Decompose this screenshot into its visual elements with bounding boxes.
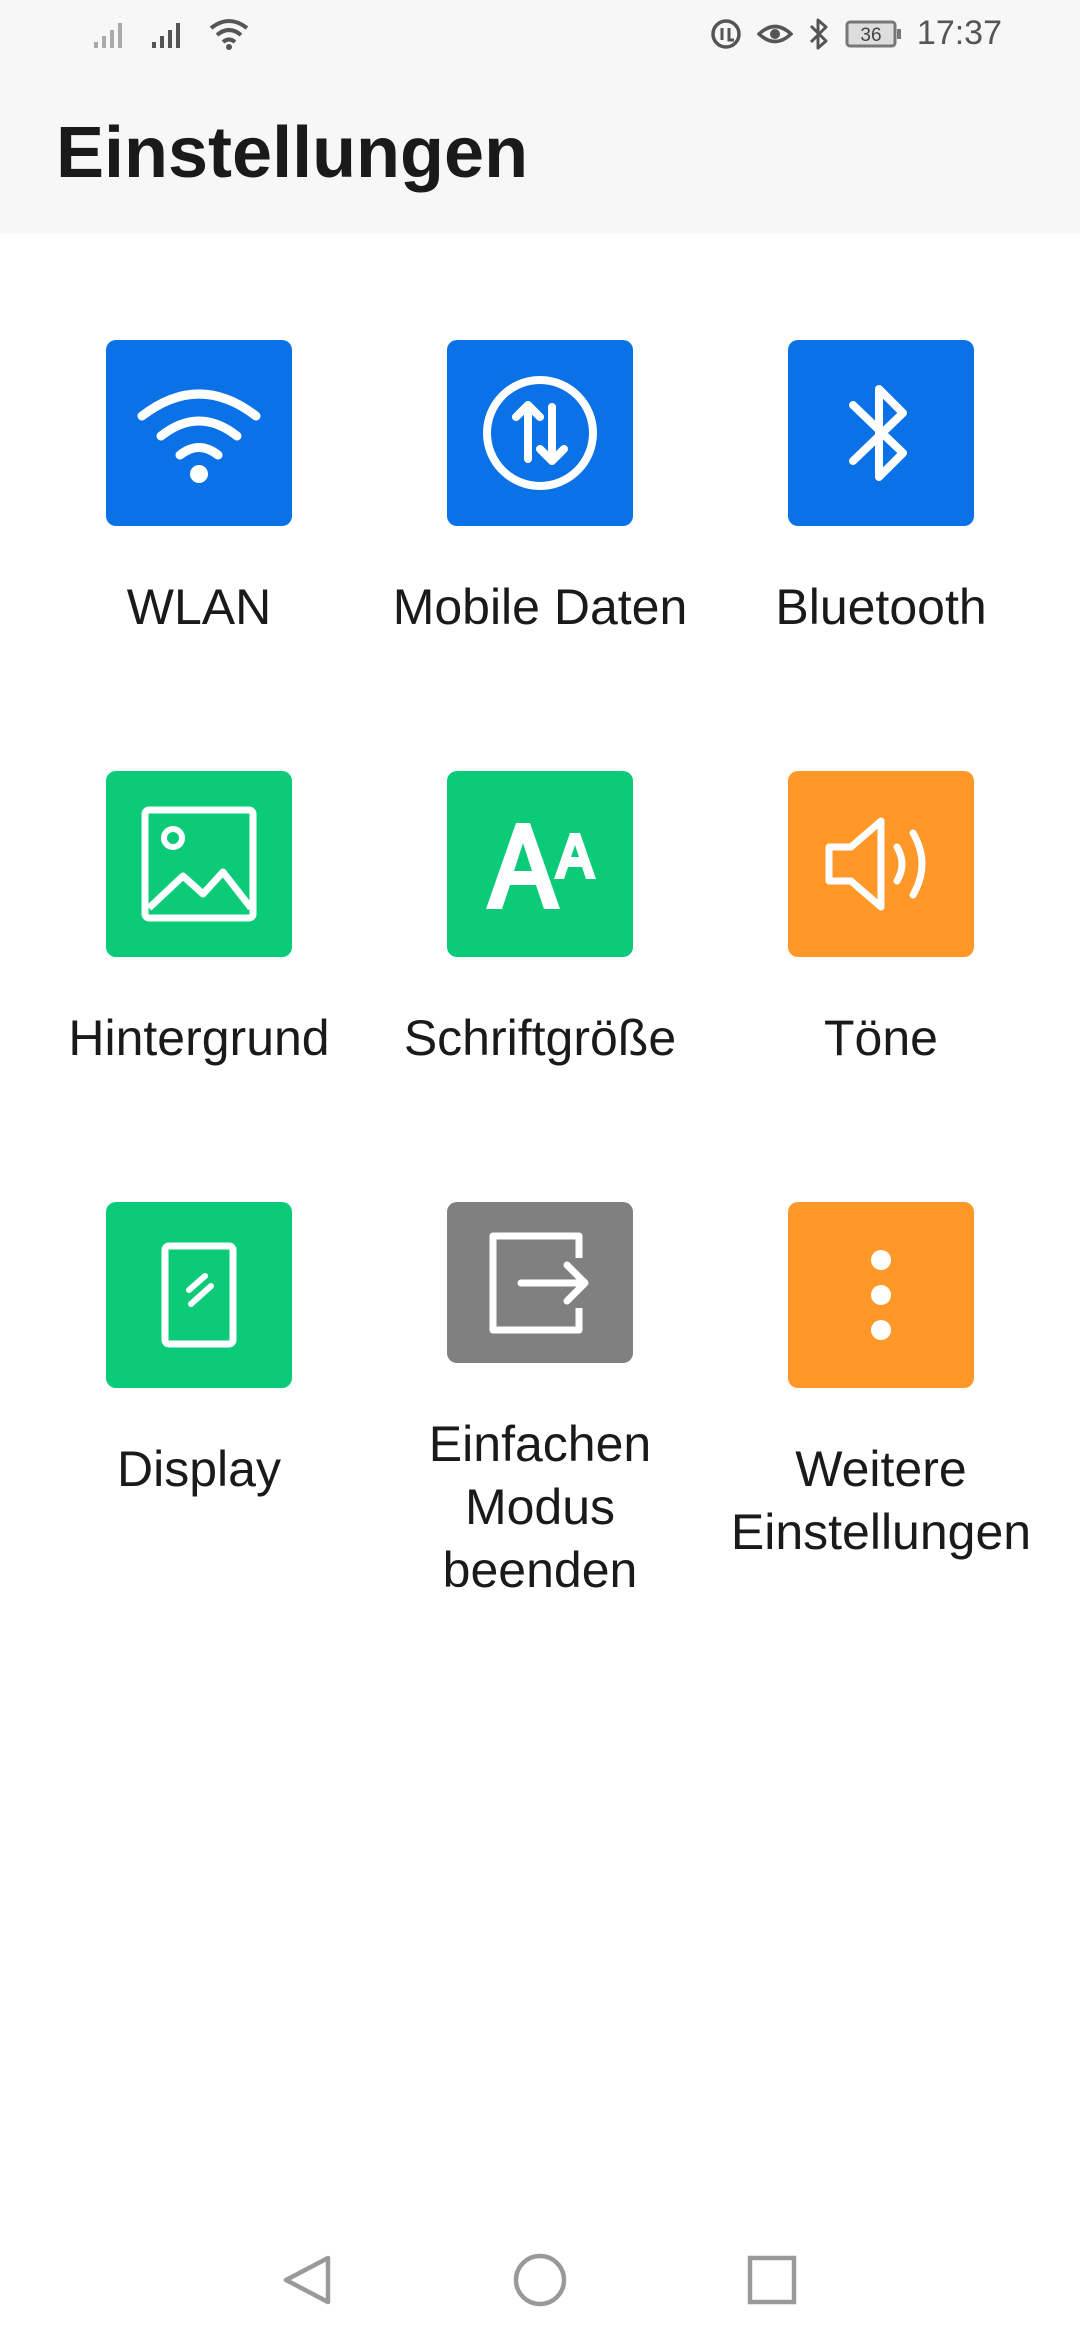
status-bar: 36 17:37 [0, 0, 1080, 72]
tile-icon-bg [106, 771, 292, 957]
tile-label: Bluetooth [775, 579, 987, 635]
more-icon [871, 1250, 891, 1340]
tile-label: Weitere Einstellungen [730, 1441, 1032, 1560]
navigation-bar [0, 2220, 1080, 2340]
battery-icon: 36 [845, 20, 901, 47]
recents-icon[interactable] [742, 2250, 802, 2310]
tile-icon-bg [447, 771, 633, 957]
font-size-icon [486, 823, 596, 909]
wifi-icon [137, 389, 261, 483]
tile-icon-bg [788, 1202, 974, 1388]
tile-wallpaper[interactable]: Hintergrund [29, 771, 369, 1171]
tile-more-settings[interactable]: Weitere Einstellungen [711, 1202, 1051, 1602]
status-left [92, 16, 250, 50]
tile-icon-bg [447, 1202, 633, 1363]
app-header: Einstellungen [0, 72, 1080, 234]
sound-icon [825, 817, 926, 911]
signal-icon [94, 23, 122, 48]
tile-icon-bg [106, 1202, 292, 1388]
clock: 17:37 [916, 14, 1002, 52]
tile-label: Einfachen Modus beenden [428, 1416, 652, 1598]
exit-icon [489, 1232, 589, 1333]
back-icon[interactable] [278, 2250, 338, 2310]
display-icon [161, 1242, 237, 1348]
tile-label: WLAN [126, 579, 272, 635]
tile-icon-bg [106, 340, 292, 526]
tile-wlan[interactable]: WLAN [29, 340, 369, 740]
page-title: Einstellungen [56, 113, 529, 193]
wifi-icon [209, 19, 249, 50]
status-right: 36 17:37 [709, 14, 1002, 53]
home-icon[interactable] [510, 2250, 570, 2310]
bluetooth-icon [809, 18, 828, 49]
tile-icon-bg [788, 771, 974, 957]
wallpaper-icon [141, 806, 257, 922]
bluetooth-icon [849, 385, 907, 481]
mobile-data-icon [483, 376, 597, 490]
tile-icon-bg [447, 340, 633, 526]
tile-sounds[interactable]: Töne [711, 771, 1051, 1171]
tile-display[interactable]: Display [29, 1202, 369, 1602]
tile-label: Schriftgröße [403, 1010, 677, 1066]
tile-label: Hintergrund [68, 1010, 330, 1066]
eye-comfort-icon [756, 24, 793, 43]
tile-icon-bg [788, 340, 974, 526]
signal-icon [152, 23, 180, 48]
tile-label: Display [117, 1441, 281, 1497]
tile-bluetooth[interactable]: Bluetooth [711, 340, 1051, 740]
svg-text:36: 36 [860, 25, 881, 46]
tile-exit-simple-mode[interactable]: Einfachen Modus beenden [370, 1202, 710, 1602]
tile-label: Mobile Daten [392, 579, 688, 635]
tile-font-size[interactable]: Schriftgröße [370, 771, 710, 1171]
tile-label: Töne [824, 1010, 938, 1066]
tile-mobile-data[interactable]: Mobile Daten [370, 340, 710, 740]
data-saver-icon [711, 18, 741, 49]
